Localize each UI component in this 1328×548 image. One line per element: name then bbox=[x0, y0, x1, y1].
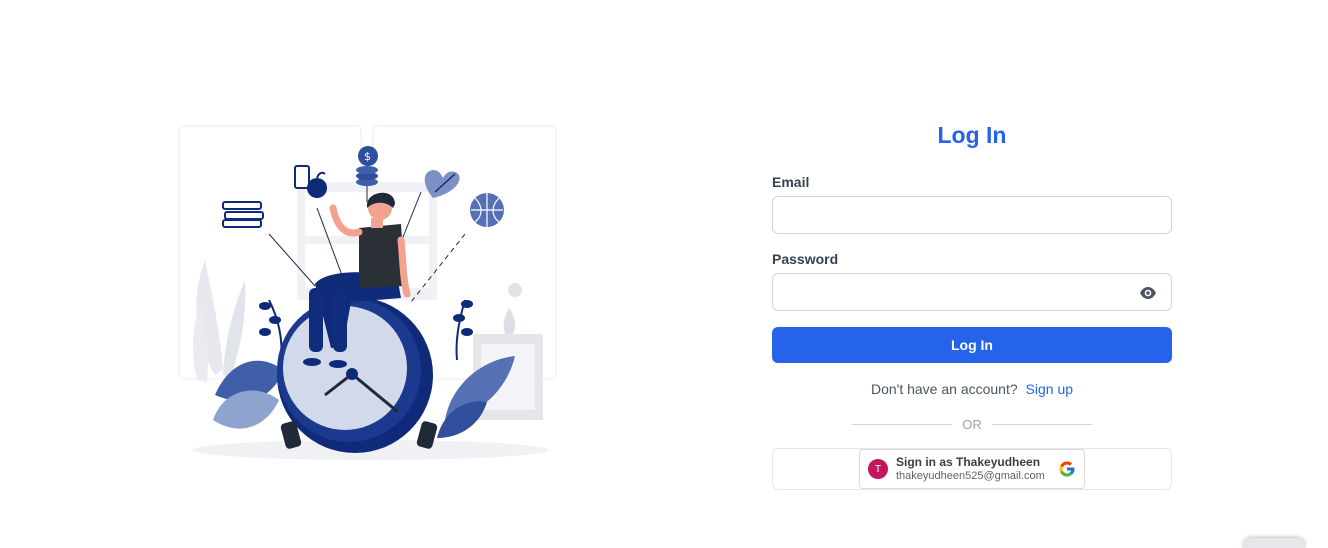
google-signin-button[interactable]: T Sign in as Thakeyudheen thakeyudheen52… bbox=[859, 449, 1085, 489]
user-avatar: T bbox=[868, 459, 888, 479]
google-signin-text: Sign in as Thakeyudheen bbox=[896, 454, 1041, 469]
password-field[interactable] bbox=[773, 274, 1171, 310]
google-g-icon bbox=[1059, 461, 1075, 477]
divider-line-right bbox=[991, 424, 1092, 425]
signup-row: Don't have an account? Sign up bbox=[772, 381, 1172, 397]
signup-link[interactable]: Sign up bbox=[1026, 381, 1073, 397]
page-title: Log In bbox=[937, 122, 1007, 148]
divider-line-left bbox=[852, 424, 953, 425]
password-label: Password bbox=[772, 251, 839, 267]
hero-illustration: $ bbox=[175, 120, 560, 465]
no-account-text: Don't have an account? bbox=[870, 381, 1018, 397]
google-signin-container: T Sign in as Thakeyudheen thakeyudheen52… bbox=[772, 448, 1172, 490]
password-field-wrapper bbox=[772, 273, 1172, 311]
google-account-info: Sign in as Thakeyudheen thakeyudheen525@… bbox=[896, 454, 1058, 482]
or-text: OR bbox=[962, 417, 982, 432]
login-form: Log In Email Password Log In Don't have … bbox=[772, 112, 1172, 490]
email-field-wrapper bbox=[772, 196, 1172, 234]
google-email: thakeyudheen525@gmail.com bbox=[896, 469, 1045, 482]
eye-icon[interactable] bbox=[1139, 285, 1157, 301]
or-divider: OR bbox=[772, 417, 1172, 432]
floating-widget-edge bbox=[1243, 538, 1305, 548]
email-label: Email bbox=[772, 174, 810, 190]
login-button[interactable]: Log In bbox=[772, 327, 1172, 363]
email-field[interactable] bbox=[773, 197, 1171, 233]
svg-text:$: $ bbox=[364, 150, 371, 163]
